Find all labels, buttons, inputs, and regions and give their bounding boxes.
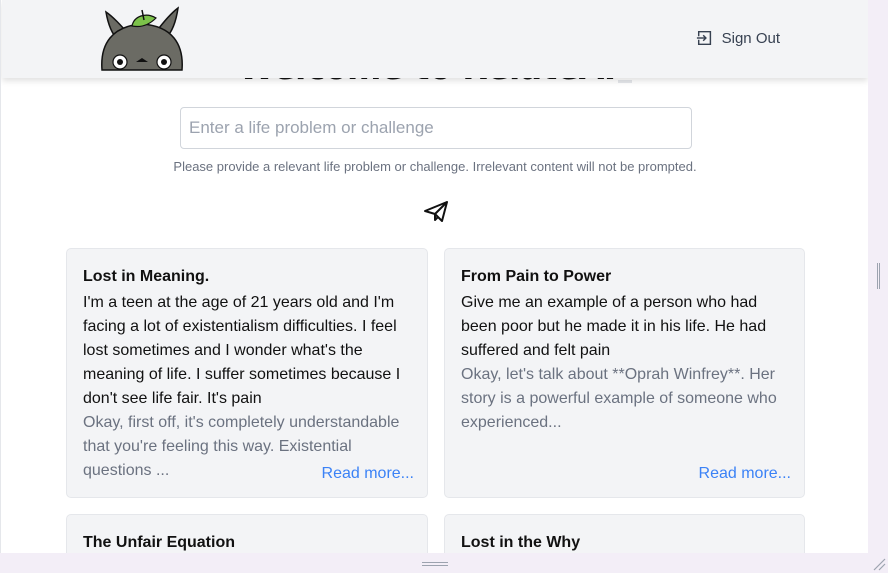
card-answer-preview: Okay, let's talk about **Oprah Winfrey**… bbox=[461, 366, 777, 431]
main-viewport: Welcome to RelateAI Sign Out Please prov… bbox=[0, 0, 868, 553]
sign-out-icon bbox=[696, 30, 711, 46]
conversation-card[interactable]: Lost in the Why bbox=[444, 514, 805, 553]
card-question: I'm a teen at the age of 21 years old an… bbox=[83, 294, 401, 407]
sign-out-button[interactable]: Sign Out bbox=[696, 29, 780, 47]
conversation-card[interactable]: From Pain to Power Give me an example of… bbox=[444, 248, 805, 498]
vertical-scroll-handle[interactable] bbox=[877, 263, 880, 289]
horizontal-scroll-handle[interactable] bbox=[422, 562, 448, 566]
send-icon[interactable] bbox=[423, 199, 449, 223]
card-title: From Pain to Power bbox=[461, 268, 612, 285]
resize-grip-icon[interactable] bbox=[872, 557, 886, 571]
read-more-link[interactable]: Read more... bbox=[322, 465, 414, 483]
read-more-link[interactable]: Read more... bbox=[699, 465, 791, 483]
top-bar: Sign Out bbox=[2, 0, 868, 78]
input-hint: Please provide a relevant life problem o… bbox=[173, 159, 697, 174]
typing-caret bbox=[617, 80, 632, 83]
card-question: Give me an example of a person who had b… bbox=[461, 294, 767, 359]
card-title: Lost in Meaning. bbox=[83, 268, 210, 285]
totoro-logo-icon[interactable] bbox=[98, 4, 186, 72]
card-title: Lost in the Why bbox=[461, 534, 581, 551]
sign-out-label: Sign Out bbox=[721, 29, 780, 47]
card-title: The Unfair Equation bbox=[83, 534, 235, 551]
conversation-card[interactable]: Lost in Meaning. I'm a teen at the age o… bbox=[66, 248, 428, 498]
conversation-card[interactable]: The Unfair Equation bbox=[66, 514, 428, 553]
problem-input[interactable] bbox=[180, 107, 692, 149]
